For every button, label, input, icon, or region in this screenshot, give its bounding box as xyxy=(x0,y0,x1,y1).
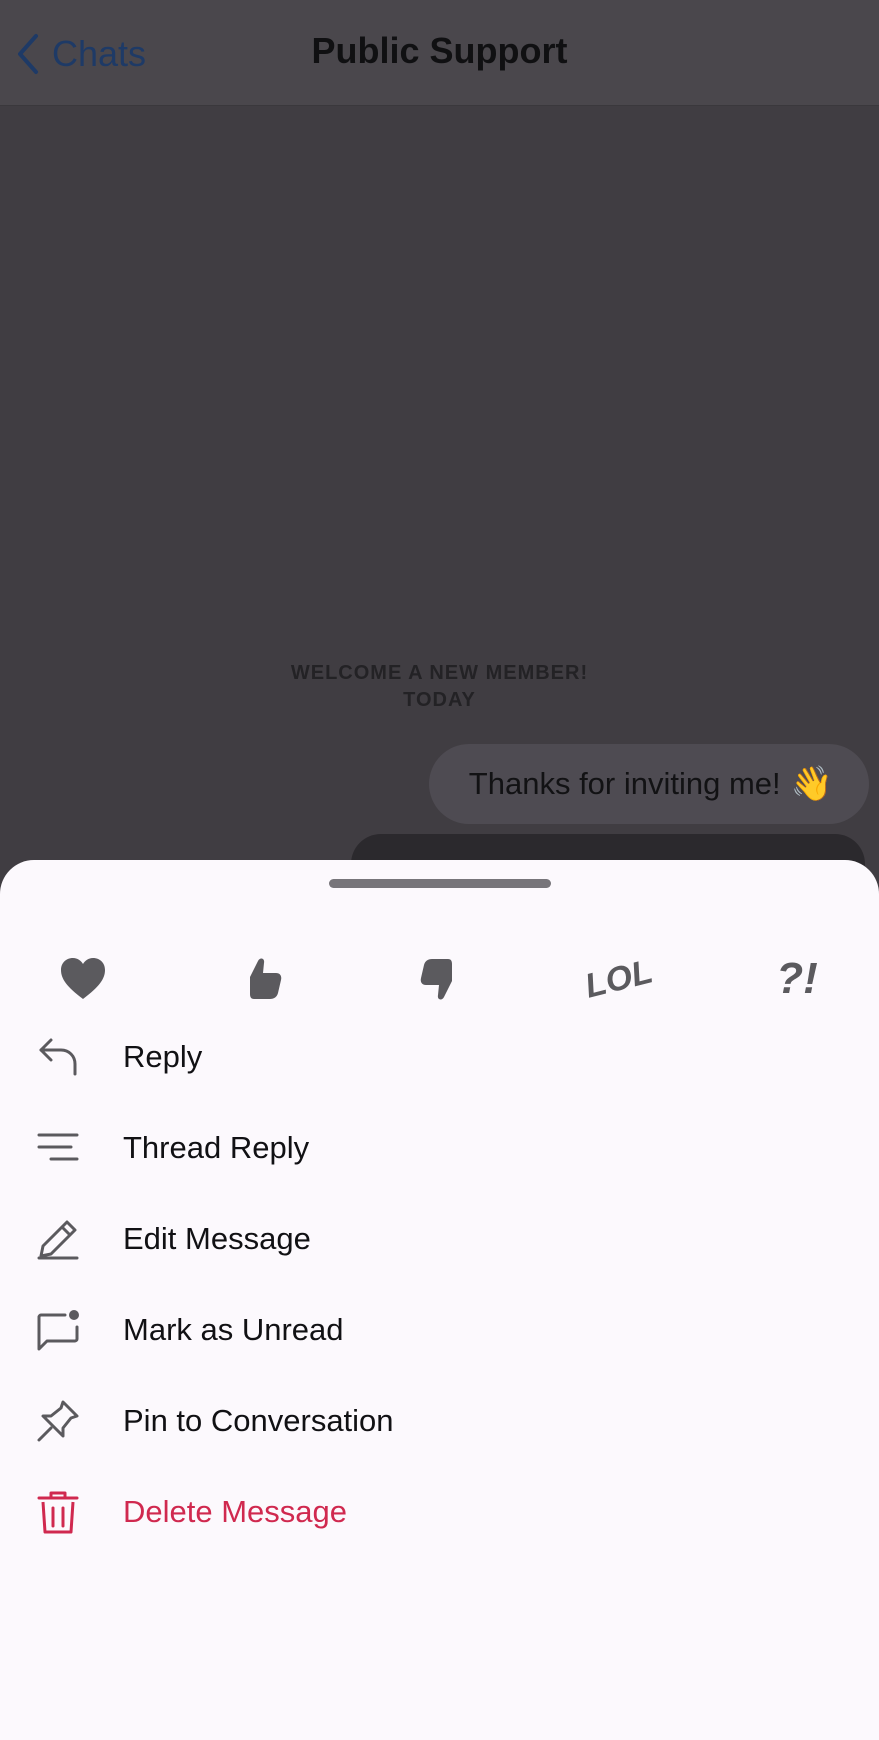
menu-item-delete-message[interactable]: Delete Message xyxy=(0,1466,879,1557)
actions-menu: Reply Thread Reply Edit Message Mark as … xyxy=(0,1011,879,1557)
menu-item-label: Reply xyxy=(123,1038,203,1074)
system-message-title: WELCOME A NEW MEMBER! xyxy=(290,662,589,684)
system-message-date: TODAY xyxy=(403,689,476,711)
system-message: WELCOME A NEW MEMBER! TODAY xyxy=(0,660,879,714)
navigation-bar: Chats Public Support xyxy=(0,0,879,106)
heart-icon xyxy=(61,958,105,999)
message-text: Thanks for inviting me! xyxy=(468,766,781,801)
thread-reply-icon xyxy=(34,1124,82,1172)
reaction-thumbs-down-button[interactable] xyxy=(403,942,477,1016)
menu-item-mark-unread[interactable]: Mark as Unread xyxy=(0,1284,879,1375)
waving-hand-emoji: 👋 xyxy=(790,765,833,803)
reaction-wut-button[interactable]: ?! xyxy=(760,942,834,1016)
unread-message-icon xyxy=(34,1306,82,1354)
menu-item-thread-reply[interactable]: Thread Reply xyxy=(0,1102,879,1193)
message-bubble[interactable]: Thanks for inviting me! 👋 xyxy=(428,744,869,824)
pin-icon xyxy=(34,1397,82,1445)
reaction-heart-button[interactable] xyxy=(46,942,120,1016)
page-title: Public Support xyxy=(311,30,568,71)
menu-item-label: Thread Reply xyxy=(123,1129,310,1165)
menu-item-label: Edit Message xyxy=(123,1220,311,1256)
thumbs-up-icon xyxy=(250,958,282,999)
reaction-thumbs-up-button[interactable] xyxy=(225,942,299,1016)
wut-icon: ?! xyxy=(776,954,818,1003)
trash-icon xyxy=(34,1488,82,1536)
menu-item-label: Mark as Unread xyxy=(123,1311,344,1347)
menu-item-edit-message[interactable]: Edit Message xyxy=(0,1193,879,1284)
message-actions-sheet: LOL ?! Reply Thread Reply Edit Message M… xyxy=(0,860,879,1740)
reaction-lol-button[interactable]: LOL xyxy=(581,942,657,1016)
menu-item-label: Pin to Conversation xyxy=(123,1402,394,1438)
thumbs-down-icon xyxy=(420,959,452,1000)
pencil-icon xyxy=(34,1215,82,1263)
sheet-grabber[interactable] xyxy=(329,879,551,888)
reply-icon xyxy=(34,1033,82,1081)
reactions-row: LOL ?! xyxy=(0,942,879,1016)
menu-item-reply[interactable]: Reply xyxy=(0,1011,879,1102)
menu-item-label: Delete Message xyxy=(123,1493,348,1529)
menu-item-pin[interactable]: Pin to Conversation xyxy=(0,1375,879,1466)
lol-icon: LOL xyxy=(581,951,657,1006)
